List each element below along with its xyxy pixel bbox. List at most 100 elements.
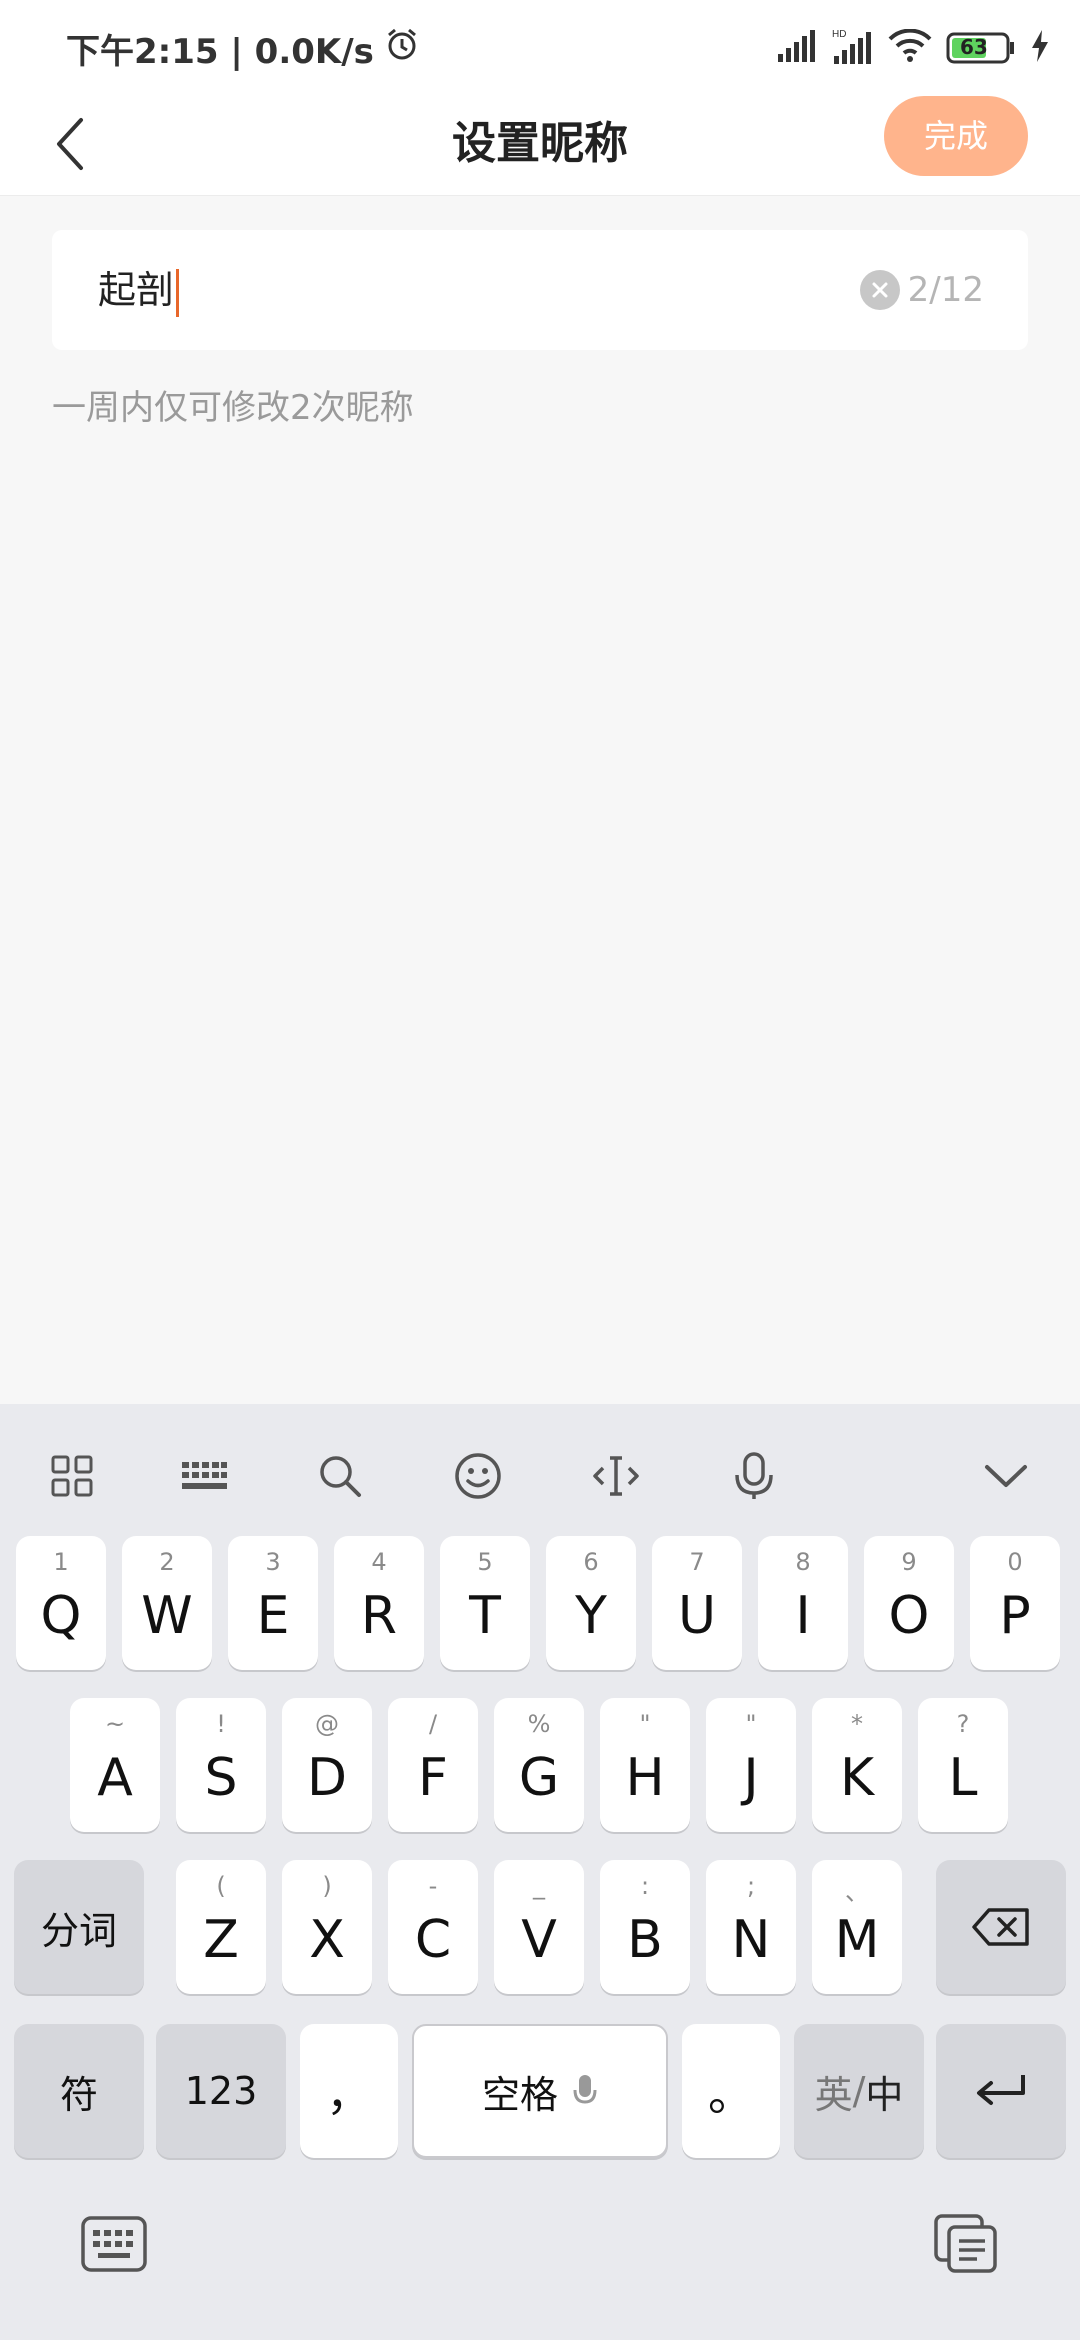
symbols-key[interactable]: 符 [14, 2024, 144, 2158]
battery-icon: 63 [946, 32, 1016, 64]
key-secondary-label: @ [315, 1710, 339, 1738]
key-secondary-label: 3 [265, 1548, 281, 1576]
status-time: 下午2:15 | 0.0K/s [66, 31, 374, 72]
back-button[interactable] [38, 112, 102, 176]
clear-input-button[interactable] [860, 270, 900, 310]
key-o[interactable]: 9O [864, 1536, 954, 1670]
key-b[interactable]: :B [600, 1860, 690, 1994]
nickname-input[interactable]: 起剖 [98, 230, 180, 350]
key-label: V [521, 1910, 557, 1970]
period-label: 。 [708, 2067, 754, 2121]
key-s[interactable]: ! S [176, 1698, 266, 1832]
done-button[interactable]: 完成 [884, 96, 1028, 176]
key-w[interactable]: 2W [122, 1536, 212, 1670]
key-secondary-label: % [527, 1710, 551, 1738]
key-l[interactable]: ? L [918, 1698, 1008, 1832]
key-c[interactable]: -C [388, 1860, 478, 1994]
char-counter: 2/12 [907, 270, 984, 310]
key-h[interactable]: " H [600, 1698, 690, 1832]
key-q[interactable]: 1Q [16, 1536, 106, 1670]
key-secondary-label: 1 [53, 1548, 69, 1576]
key-label: H [625, 1748, 665, 1808]
battery-level: 63 [960, 35, 988, 59]
key-secondary-label: 4 [371, 1548, 387, 1576]
fenci-key[interactable]: 分词 [14, 1860, 144, 1994]
numbers-key[interactable]: 123 [156, 2024, 286, 2158]
key-secondary-label: 6 [583, 1548, 599, 1576]
status-right: HD 63 [776, 24, 1050, 72]
key-t[interactable]: 5T [440, 1536, 530, 1670]
key-label: F [418, 1748, 448, 1808]
key-a[interactable]: ~ A [70, 1698, 160, 1832]
key-label: M [834, 1910, 880, 1970]
text-cursor [176, 268, 180, 317]
key-e[interactable]: 3E [228, 1536, 318, 1670]
keyboard-layout-icon[interactable] [172, 1444, 236, 1508]
chevron-down-icon[interactable] [974, 1444, 1038, 1508]
comma-label: ， [326, 2067, 372, 2121]
key-y[interactable]: 6Y [546, 1536, 636, 1670]
key-label: Z [203, 1910, 239, 1970]
key-d[interactable]: @ D [282, 1698, 372, 1832]
key-r[interactable]: 4R [334, 1536, 424, 1670]
numbers-label: 123 [184, 2069, 258, 2113]
key-g[interactable]: % G [494, 1698, 584, 1832]
key-label: W [141, 1586, 193, 1646]
cursor-icon[interactable] [584, 1444, 648, 1508]
language-switch-key[interactable]: 英 / 中 [794, 2024, 924, 2158]
key-n[interactable]: ; N [706, 1860, 796, 1994]
key-f[interactable]: / F [388, 1698, 478, 1832]
emoji-icon[interactable] [446, 1444, 510, 1508]
key-secondary-label: 5 [477, 1548, 493, 1576]
key-label: Y [575, 1586, 607, 1646]
key-secondary-label: ~ [104, 1710, 126, 1738]
svg-text:HD: HD [832, 29, 846, 40]
mic-icon[interactable] [722, 1444, 786, 1508]
key-j[interactable]: " J [706, 1698, 796, 1832]
nickname-value: 起剖 [98, 268, 175, 312]
key-secondary-label: ; [746, 1872, 756, 1900]
key-secondary-label: : [640, 1872, 650, 1900]
comma-key[interactable]: ， [300, 2024, 398, 2158]
key-i[interactable]: 8I [758, 1536, 848, 1670]
signal-icon [776, 30, 818, 66]
clipboard-icon [934, 2214, 997, 2273]
key-label: X [309, 1910, 345, 1970]
key-p[interactable]: 0P [970, 1536, 1060, 1670]
lang-zh-label: 中 [865, 2072, 904, 2117]
key-secondary-label: 2 [159, 1548, 175, 1576]
enter-key[interactable] [936, 2024, 1066, 2158]
key-secondary-label: 、 [845, 1878, 869, 1906]
space-key[interactable]: 空格 [412, 2024, 668, 2158]
key-u[interactable]: 7U [652, 1536, 742, 1670]
key-label: D [306, 1748, 348, 1808]
wifi-icon [888, 28, 932, 67]
search-icon[interactable] [308, 1444, 372, 1508]
key-label: J [743, 1748, 759, 1808]
status-left: 下午2:15 | 0.0K/s [66, 24, 420, 72]
key-label: U [677, 1586, 717, 1646]
backspace-key[interactable] [936, 1860, 1066, 1994]
hd-signal-icon: HD [832, 28, 874, 68]
key-z[interactable]: (Z [176, 1860, 266, 1994]
key-label: B [627, 1910, 663, 1970]
key-x[interactable]: ) X [282, 1860, 372, 1994]
grid-icon[interactable] [40, 1444, 104, 1508]
key-label: N [731, 1910, 771, 1970]
key-label: C [414, 1910, 452, 1970]
key-secondary-label: - [428, 1872, 438, 1900]
key-m[interactable]: 、 M [812, 1860, 902, 1994]
key-secondary-label: _ [533, 1872, 545, 1900]
key-secondary-label: " [639, 1710, 651, 1738]
space-label: 空格 [481, 2072, 558, 2117]
key-secondary-label: ) [322, 1872, 332, 1900]
period-key[interactable]: 。 [682, 2024, 780, 2158]
key-label: K [839, 1748, 875, 1808]
key-label: S [204, 1748, 238, 1808]
lang-en-label: 英 [814, 2072, 853, 2117]
key-v[interactable]: _ V [494, 1860, 584, 1994]
key-k[interactable]: * K [812, 1698, 902, 1832]
hide-keyboard-button[interactable] [76, 2210, 152, 2278]
chevron-left-icon [57, 118, 83, 170]
clipboard-button[interactable] [928, 2210, 1004, 2278]
